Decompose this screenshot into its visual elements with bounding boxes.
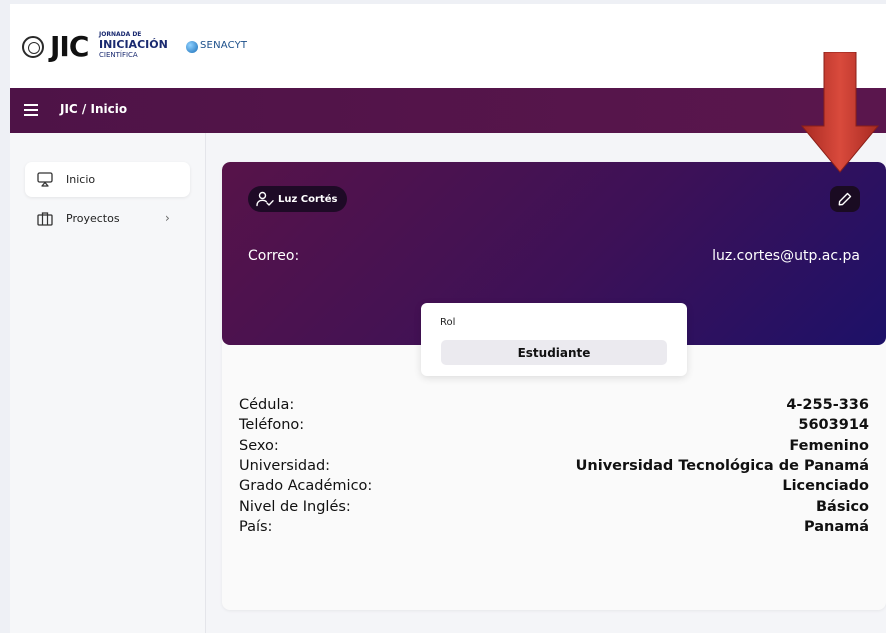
breadcrumb: JIC / Inicio (60, 102, 128, 116)
email-value: luz.cortes@utp.ac.pa (712, 248, 860, 264)
detail-row-pais: País: Panamá (239, 517, 869, 537)
detail-label: Teléfono: (239, 417, 305, 434)
senacyt-logo-text: SENACYT (200, 40, 248, 51)
user-name-chip: Luz Cortés (248, 186, 348, 212)
jic-logo-jornada: JORNADA DE (99, 31, 142, 38)
pencil-icon (838, 192, 852, 206)
detail-label: Sexo: (239, 437, 279, 454)
briefcase-icon (37, 212, 53, 226)
page: JIC JORNADA DE INICIACIÓN CIENTÍFICA SEN… (10, 4, 886, 633)
main-content: Luz Cortés Correo: luz.cortes@utp.ac.pa … (206, 133, 886, 633)
profile-details: Cédula: 4-255-336 Teléfono: 5603914 Sexo… (239, 395, 869, 537)
sidebar-item-proyectos[interactable]: Proyectos › (25, 201, 190, 236)
jic-logo-iniciacion: INICIACIÓN (99, 38, 168, 51)
logo-bar: JIC JORNADA DE INICIACIÓN CIENTÍFICA SEN… (10, 4, 886, 88)
user-check-icon (256, 191, 274, 207)
detail-value: Básico (816, 498, 869, 515)
role-label: Rol (440, 317, 456, 328)
hamburger-menu-icon[interactable] (24, 104, 38, 116)
senacyt-logo-icon (186, 41, 198, 53)
detail-label: País: (239, 518, 273, 535)
airplay-icon (37, 172, 53, 187)
chevron-right-icon: › (165, 211, 170, 225)
red-arrow-down-icon (800, 52, 880, 173)
detail-row-telefono: Teléfono: 5603914 (239, 415, 869, 435)
profile-card: Luz Cortés Correo: luz.cortes@utp.ac.pa … (222, 162, 886, 610)
detail-value: 4-255-336 (786, 397, 869, 414)
sidebar-item-inicio[interactable]: Inicio (25, 162, 190, 197)
detail-row-sexo: Sexo: Femenino (239, 436, 869, 456)
edit-profile-button[interactable] (830, 186, 860, 212)
detail-value: 5603914 (798, 417, 869, 434)
jic-logo-text: JIC (50, 30, 89, 63)
detail-value: Femenino (789, 437, 869, 454)
detail-label: Cédula: (239, 397, 295, 414)
detail-value: Universidad Tecnológica de Panamá (575, 458, 869, 475)
user-name: Luz Cortés (278, 193, 338, 205)
role-value: Estudiante (441, 340, 667, 365)
sidebar-item-label: Proyectos (66, 212, 120, 225)
detail-value: Licenciado (782, 478, 869, 495)
top-navbar: JIC / Inicio (10, 88, 886, 133)
detail-row-universidad: Universidad: Universidad Tecnológica de … (239, 456, 869, 476)
detail-row-ingles: Nivel de Inglés: Básico (239, 496, 869, 516)
detail-label: Grado Académico: (239, 478, 373, 495)
jic-logo-cientifica: CIENTÍFICA (99, 51, 138, 59)
detail-row-cedula: Cédula: 4-255-336 (239, 395, 869, 415)
role-card: Rol Estudiante (421, 303, 687, 376)
detail-row-grado: Grado Académico: Licenciado (239, 476, 869, 496)
sidebar: Inicio Proyectos › (10, 133, 206, 633)
sidebar-item-label: Inicio (66, 173, 96, 186)
detail-value: Panamá (803, 518, 869, 535)
detail-label: Nivel de Inglés: (239, 498, 351, 515)
utp-seal-logo (22, 36, 44, 58)
detail-label: Universidad: (239, 458, 331, 475)
email-label: Correo: (248, 248, 300, 264)
